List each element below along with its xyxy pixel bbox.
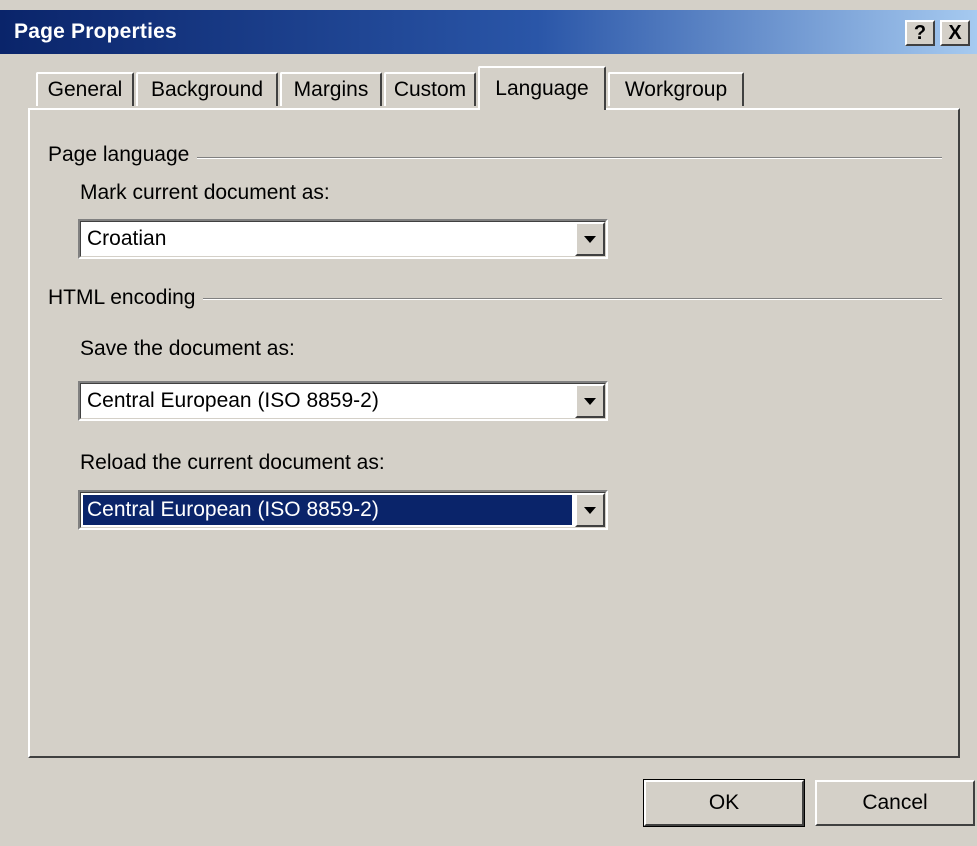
save-document-label: Save the document as:	[80, 337, 295, 360]
chevron-down-icon	[584, 506, 596, 514]
page-language-value: Croatian	[87, 227, 167, 250]
title-bar[interactable]: Page Properties ? X	[0, 10, 977, 54]
html-encoding-group-label: HTML encoding	[48, 286, 204, 310]
window-title: Page Properties	[14, 20, 177, 43]
tab-custom[interactable]: Custom	[384, 72, 476, 106]
reload-encoding-select[interactable]: Central European (ISO 8859-2)	[78, 490, 608, 530]
reload-document-label: Reload the current document as:	[80, 451, 385, 474]
cancel-button[interactable]: Cancel	[815, 780, 975, 826]
tab-margins[interactable]: Margins	[280, 72, 382, 106]
tab-background[interactable]: Background	[136, 72, 278, 106]
save-encoding-select[interactable]: Central European (ISO 8859-2)	[78, 381, 608, 421]
chevron-down-icon	[584, 235, 596, 243]
page-language-group-label: Page language	[48, 143, 198, 167]
save-encoding-dropdown-button[interactable]	[575, 384, 605, 418]
help-icon: ?	[913, 21, 927, 44]
page-properties-dialog: Page Properties ? X General Background M…	[0, 0, 977, 846]
tab-workgroup[interactable]: Workgroup	[608, 72, 744, 106]
mark-document-label: Mark current document as:	[80, 181, 330, 204]
close-icon: X	[948, 21, 962, 44]
reload-encoding-dropdown-button[interactable]	[575, 493, 605, 527]
chevron-down-icon	[584, 397, 596, 405]
page-language-dropdown-button[interactable]	[575, 222, 605, 256]
language-tab-panel	[28, 108, 960, 758]
tab-general[interactable]: General	[36, 72, 134, 106]
close-button[interactable]: X	[940, 20, 970, 46]
ok-button[interactable]: OK	[643, 779, 805, 827]
help-button[interactable]: ?	[905, 20, 935, 46]
page-language-select[interactable]: Croatian	[78, 219, 608, 259]
reload-encoding-value: Central European (ISO 8859-2)	[83, 495, 572, 525]
save-encoding-value: Central European (ISO 8859-2)	[87, 389, 379, 412]
tab-language[interactable]: Language	[478, 66, 606, 110]
